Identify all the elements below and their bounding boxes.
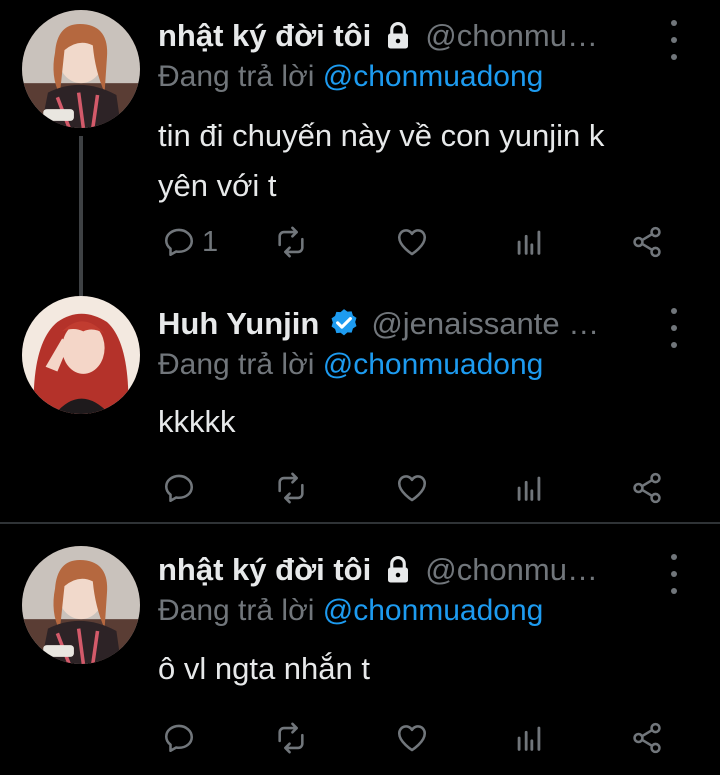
more-options-icon[interactable] [666,554,682,594]
replying-to-label: Đang trả lời [158,60,315,93]
display-name[interactable]: Huh Yunjin [158,306,319,342]
tweet-text: ô vl ngta nhắn t [158,644,698,694]
replying-to: Đang trả lời @chonmuadong [158,594,543,628]
more-options-icon[interactable] [666,20,682,60]
avatar-photo-icon [22,546,140,664]
share-button[interactable] [630,468,664,508]
tweet-header: nhật ký đời tôi @chonmu… [158,548,660,592]
reply-button[interactable] [162,468,202,508]
reply-icon [164,724,194,753]
heart-icon [397,229,427,256]
analytics-icon [517,476,541,501]
avatar[interactable] [22,10,140,128]
like-button[interactable] [395,222,429,262]
handle[interactable]: @jenaissante … [371,306,599,342]
share-icon [633,472,661,504]
share-button[interactable] [630,222,664,262]
retweet-icon [278,722,304,754]
replying-to-mention[interactable]: @chonmuadong [323,348,544,381]
display-name[interactable]: nhật ký đời tôi [158,18,371,54]
retweet-button[interactable] [274,718,308,758]
avatar-photo-icon [22,10,140,128]
like-button[interactable] [395,468,429,508]
tweet-text: kkkkk [158,397,698,447]
tweet-2[interactable]: Huh Yunjin @jenaissante … Đang trả lời @… [0,290,720,522]
replying-to-mention[interactable]: @chonmuadong [323,60,544,93]
analytics-button[interactable] [512,468,546,508]
more-options-icon[interactable] [666,308,682,348]
share-button[interactable] [630,718,664,758]
tweet-text-line: ô vl ngta nhắn t [158,651,370,686]
analytics-button[interactable] [512,222,546,262]
handle[interactable]: @chonmu… [425,552,598,588]
heart-icon [397,475,427,502]
reply-icon [164,474,194,503]
tweet-3[interactable]: nhật ký đời tôi @chonmu… Đang trả lời @c… [0,524,720,775]
retweet-button[interactable] [274,468,308,508]
analytics-icon [517,726,541,751]
replying-to: Đang trả lời @chonmuadong [158,60,543,94]
lock-icon [388,555,409,583]
retweet-button[interactable] [274,222,308,262]
replying-to-label: Đang trả lời [158,594,315,627]
reply-icon [164,228,194,257]
retweet-icon [278,226,304,258]
like-button[interactable] [395,718,429,758]
replying-to: Đang trả lời @chonmuadong [158,348,543,382]
replying-to-mention[interactable]: @chonmuadong [323,594,544,627]
avatar[interactable] [22,546,140,664]
lock-icon [388,21,409,49]
action-bar: 1 [158,222,668,262]
analytics-icon [517,230,541,255]
tweet-1[interactable]: nhật ký đời tôi @chonmu… Đang trả lời @c… [0,0,720,290]
tweet-text-line: yên với t [158,168,277,203]
retweet-icon [278,472,304,504]
share-icon [633,722,661,754]
display-name[interactable]: nhật ký đời tôi [158,552,371,588]
heart-icon [397,725,427,752]
tweet-text: tin đi chuyến này về con yunjin k yên vớ… [158,111,698,211]
verified-icon [331,309,357,336]
avatar[interactable] [22,296,140,414]
tweet-header: nhật ký đời tôi @chonmu… [158,14,660,58]
share-icon [633,226,661,258]
reply-button[interactable] [162,718,202,758]
action-bar [158,468,668,508]
tweet-header: Huh Yunjin @jenaissante … [158,302,660,346]
analytics-button[interactable] [512,718,546,758]
tweet-text-line: kkkkk [158,404,236,439]
avatar-photo-icon [22,296,140,414]
action-bar [158,718,668,758]
replying-to-label: Đang trả lời [158,348,315,381]
reply-button[interactable]: 1 [162,222,218,262]
tweet-text-line: tin đi chuyến này về con yunjin k [158,118,605,153]
handle[interactable]: @chonmu… [425,18,598,54]
reply-count: 1 [202,225,219,258]
